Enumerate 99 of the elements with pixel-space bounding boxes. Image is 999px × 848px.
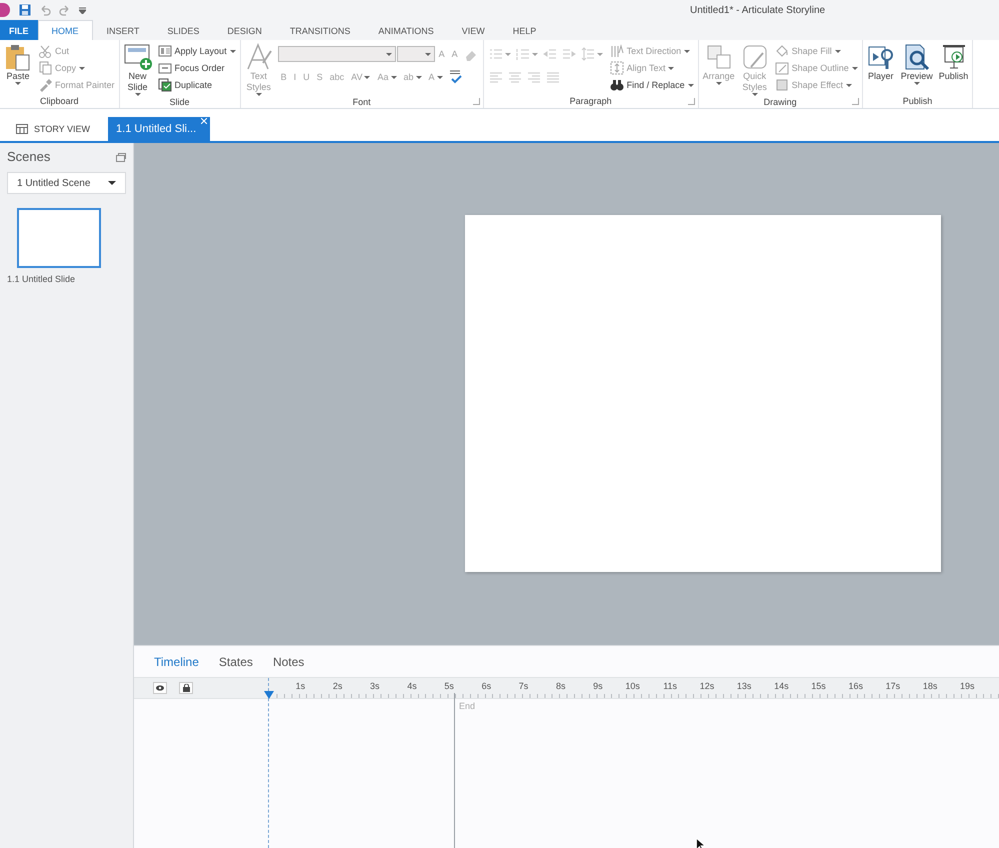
tick-label: 17s [884, 680, 902, 693]
arrange-icon [704, 43, 733, 71]
eye-icon [156, 685, 164, 691]
tick-label: 12s [698, 680, 716, 693]
save-icon[interactable] [19, 4, 31, 16]
tick-label: 10s [624, 680, 641, 693]
close-icon[interactable] [201, 118, 208, 124]
ribbon-tab[interactable]: TRANSITIONS [276, 20, 364, 40]
panel-title: Scenes [7, 149, 50, 164]
tick-label: 16s [847, 680, 864, 693]
ribbon-button[interactable]: Paste [3, 43, 33, 85]
scene-dropdown[interactable]: 1 Untitled Scene [7, 172, 126, 194]
tick-label: 2s [332, 680, 344, 693]
file-tab[interactable]: FILE [0, 20, 38, 40]
tick-label: 11s [662, 680, 678, 693]
magnifier-document-icon [902, 43, 931, 71]
documents-icon [38, 61, 52, 75]
indent-icon [562, 47, 576, 61]
document-tab[interactable]: STORY VIEW [8, 117, 98, 141]
text-direction-icon [610, 44, 624, 58]
dialog-launcher-icon[interactable] [688, 98, 695, 105]
end-label: End [459, 701, 476, 711]
group-label: Slide [170, 97, 190, 107]
ribbon-tab[interactable]: HELP [498, 20, 550, 40]
tick-label: 6s [480, 680, 492, 693]
ribbon-tab[interactable]: HOME [38, 20, 92, 40]
tick-label: 8s [554, 680, 566, 693]
group-label: Publish [902, 96, 932, 106]
group-label: Drawing [764, 97, 797, 107]
tick-label: 13s [736, 680, 752, 693]
binoculars-icon [610, 78, 624, 92]
caret-icon [424, 52, 431, 56]
clipboard-icon [4, 43, 32, 71]
align-center-icon [508, 70, 522, 84]
tick-label: 1s [294, 680, 306, 693]
tick-label: 7s [518, 680, 530, 693]
ribbon-button[interactable]: New Slide [122, 43, 153, 96]
ribbon-button[interactable]: Preview [900, 43, 934, 85]
ribbon-tab[interactable]: INSERT [92, 20, 154, 40]
line-spacing-icon [580, 47, 595, 61]
slide-label: 1.1 Untitled Slide [7, 274, 76, 284]
dialog-launcher-icon[interactable] [852, 98, 859, 105]
pencil-icon [774, 61, 789, 75]
window-title: Untitled1* - Articulate Storyline [690, 4, 826, 16]
group-label: Paragraph [570, 96, 612, 106]
group-label: Clipboard [40, 96, 79, 106]
caret-icon [386, 52, 392, 56]
align-right-icon [526, 70, 541, 84]
numbered-list-icon [516, 47, 530, 61]
check-document-icon [158, 78, 172, 92]
app-logo-icon [0, 3, 11, 17]
playhead-handle[interactable] [264, 691, 274, 699]
redo-icon[interactable] [59, 4, 71, 16]
group-label: Font [352, 97, 371, 107]
pen-letter-icon [244, 43, 273, 71]
lock-button[interactable] [179, 682, 193, 694]
spellcheck-icon [448, 70, 463, 84]
outdent-icon [542, 47, 557, 61]
ribbon-button[interactable]: Focus Order [156, 60, 237, 76]
panel-tab[interactable]: Notes [272, 654, 304, 668]
dialog-launcher-icon[interactable] [472, 98, 480, 105]
ribbon-button[interactable]: Publish [938, 43, 970, 82]
customize-dropdown-icon[interactable] [79, 6, 86, 14]
justify-icon [546, 70, 560, 84]
lock-icon [182, 684, 190, 692]
brush-icon [38, 78, 52, 92]
ribbon-tab[interactable]: VIEW [448, 20, 499, 40]
tick-label: 15s [810, 680, 827, 693]
align-left-icon [488, 70, 503, 84]
scissors-icon [38, 44, 52, 58]
tick-label: 19s [959, 680, 976, 693]
tick-label: 14s [773, 680, 790, 693]
align-text-icon [610, 61, 624, 75]
visibility-button[interactable] [153, 682, 167, 694]
ribbon-tab[interactable]: ANIMATIONS [364, 20, 448, 40]
end-marker-line[interactable] [454, 693, 455, 848]
tick-label: 3s [369, 680, 381, 693]
layout-icon [158, 44, 172, 58]
grid-icon [16, 124, 28, 134]
bullet-list-icon [488, 47, 503, 61]
panel-tab[interactable]: Timeline [154, 654, 199, 668]
panel-tab[interactable]: States [218, 654, 253, 668]
quick-styles-icon [740, 43, 769, 71]
ribbon-button[interactable]: Player [866, 43, 896, 82]
ribbon-button[interactable]: Duplicate [156, 77, 237, 93]
tick-label: 9s [592, 680, 604, 693]
caret-icon [108, 181, 116, 185]
tick-label: 18s [922, 680, 938, 693]
slide-thumbnail[interactable] [17, 208, 101, 268]
restore-icon[interactable] [116, 152, 126, 162]
ribbon-tab[interactable]: DESIGN [213, 20, 276, 40]
ribbon-button[interactable]: Apply Layout [156, 43, 237, 59]
ribbon-tab[interactable]: SLIDES [153, 20, 214, 40]
slide-plus-icon [124, 43, 152, 71]
ribbon-button[interactable]: Find / Replace [608, 77, 695, 93]
document-tab[interactable]: 1.1 Untitled Sli... [108, 117, 210, 141]
undo-icon[interactable] [39, 4, 51, 16]
tick-label: 5s [443, 680, 455, 693]
tick-label: 4s [406, 680, 418, 693]
